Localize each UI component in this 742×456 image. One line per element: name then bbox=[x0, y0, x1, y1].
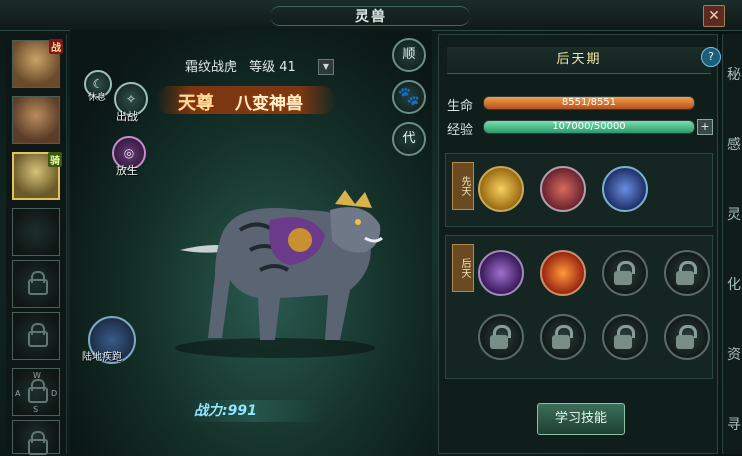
release-label: 放生 bbox=[116, 164, 138, 177]
innate-skills: 先天 bbox=[445, 153, 713, 227]
key-a: A bbox=[15, 389, 21, 398]
acquired-skill-1[interactable] bbox=[478, 250, 524, 296]
add-exp-button[interactable]: + bbox=[697, 119, 713, 135]
side-tab-1[interactable]: 秘 bbox=[727, 64, 741, 84]
pet-slot-3[interactable]: 骑 bbox=[12, 152, 62, 200]
pet-slot-4[interactable] bbox=[12, 208, 60, 256]
summon-label: 出战 bbox=[116, 110, 138, 123]
hp-bar: 8551/8551 bbox=[483, 96, 695, 110]
combat-power: 战力:991 bbox=[186, 400, 324, 422]
phase-title: 后天期 bbox=[447, 47, 711, 74]
title-bar: 灵兽 ✕ bbox=[0, 0, 742, 31]
side-tabs: 秘 感 灵 化 资 寻 bbox=[722, 34, 742, 454]
key-w: W bbox=[33, 371, 41, 380]
side-tab-3[interactable]: 灵 bbox=[727, 204, 741, 224]
learn-skill-button[interactable]: 学习技能 bbox=[537, 403, 625, 435]
replace-button[interactable]: 代 bbox=[392, 122, 426, 156]
hp-label: 生命 bbox=[447, 99, 474, 114]
pet-info: 霜纹战虎 等级 41 bbox=[185, 56, 304, 75]
acquired-tab: 后天 bbox=[452, 244, 474, 292]
key-s: S bbox=[33, 405, 39, 414]
pet-class: 八变神兽 bbox=[235, 94, 303, 114]
exp-label: 经验 bbox=[447, 123, 474, 138]
key-d: D bbox=[51, 389, 58, 398]
acquired-skill-7-locked[interactable] bbox=[602, 314, 648, 360]
innate-skill-2[interactable] bbox=[540, 166, 586, 212]
window-title: 灵兽 bbox=[355, 9, 387, 25]
pet-name: 霜纹战虎 bbox=[185, 60, 238, 75]
tiger-model bbox=[175, 190, 383, 358]
pet-level: 等级 41 bbox=[249, 60, 296, 75]
pet-slot-2[interactable] bbox=[12, 96, 60, 144]
acquired-skill-4-locked[interactable] bbox=[664, 250, 710, 296]
obey-button[interactable]: 顺 bbox=[392, 38, 426, 72]
acquired-skill-3-locked[interactable] bbox=[602, 250, 648, 296]
innate-tab: 先天 bbox=[452, 162, 474, 210]
pet-rank: 天尊 bbox=[178, 93, 214, 114]
help-button[interactable]: ? bbox=[701, 47, 721, 67]
stats-panel: 后天期 ? 生命 8551/8551 经验 107000/50000 + 先天 … bbox=[438, 34, 721, 454]
side-tab-6[interactable]: 寻 bbox=[727, 414, 741, 434]
acquired-skill-8-locked[interactable] bbox=[664, 314, 710, 360]
paw-icon[interactable]: 🐾 bbox=[392, 80, 426, 114]
pet-list: 战 骑 W A D S bbox=[6, 34, 67, 455]
sprint-label: 陆地疾跑 bbox=[82, 352, 122, 363]
innate-skill-3[interactable] bbox=[602, 166, 648, 212]
game-window: 灵兽 ✕ 战 骑 W A D S 霜纹战虎 等级 41 ▼ 天尊 八变神兽 ☾ bbox=[0, 0, 742, 456]
pet-slot-5-locked[interactable] bbox=[12, 260, 60, 308]
acquired-skill-5-locked[interactable] bbox=[478, 314, 524, 360]
acquired-skill-6-locked[interactable] bbox=[540, 314, 586, 360]
pet-slot-8-locked[interactable] bbox=[12, 420, 60, 455]
pet-slot-6-locked[interactable] bbox=[12, 312, 60, 360]
battle-tag: 战 bbox=[49, 39, 63, 54]
side-tab-5[interactable]: 资 bbox=[727, 344, 741, 364]
mount-tag: 骑 bbox=[48, 152, 62, 167]
side-tab-4[interactable]: 化 bbox=[727, 274, 741, 294]
rest-label: 休息 bbox=[88, 93, 107, 103]
pet-slot-7-locked[interactable]: W A D S bbox=[12, 368, 60, 416]
pet-slot-1[interactable]: 战 bbox=[12, 39, 63, 88]
close-button[interactable]: ✕ bbox=[703, 5, 725, 27]
acquired-skill-2[interactable] bbox=[540, 250, 586, 296]
acquired-skills: 后天 bbox=[445, 235, 713, 379]
side-tab-2[interactable]: 感 bbox=[727, 134, 741, 154]
innate-skill-1[interactable] bbox=[478, 166, 524, 212]
pet-display: 霜纹战虎 等级 41 ▼ 天尊 八变神兽 ☾ 休息 ✧ 出战 ◎ 放生 顺 🐾 … bbox=[70, 30, 432, 456]
pet-dropdown[interactable]: ▼ bbox=[318, 59, 334, 75]
exp-bar: 107000/50000 bbox=[483, 120, 695, 134]
